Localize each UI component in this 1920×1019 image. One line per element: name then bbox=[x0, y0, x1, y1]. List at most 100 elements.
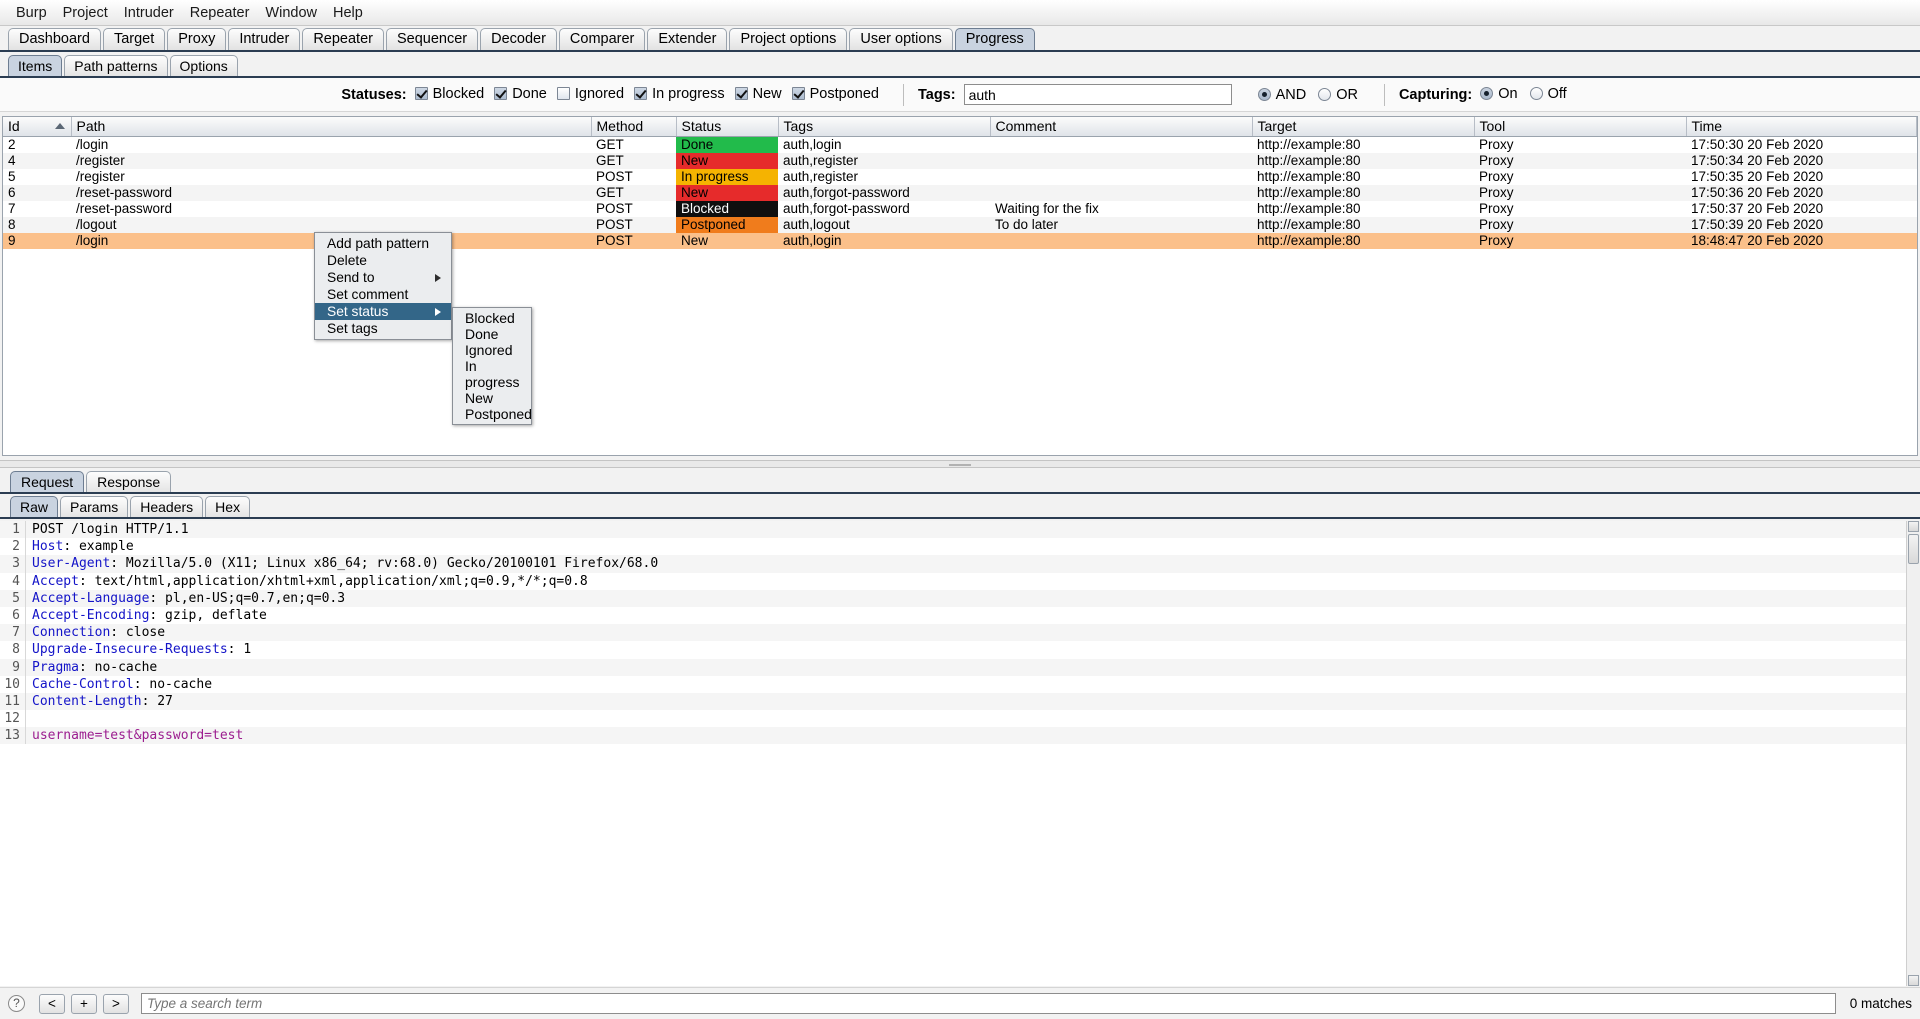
cell-status[interactable]: Postponed bbox=[676, 216, 778, 233]
tab-dashboard[interactable]: Dashboard bbox=[8, 28, 101, 50]
cell-tool[interactable]: Proxy bbox=[1474, 216, 1686, 233]
code-text[interactable]: Host: example bbox=[26, 538, 134, 555]
cell-time[interactable]: 17:50:30 20 Feb 2020 bbox=[1686, 136, 1917, 153]
cell-tags[interactable]: auth,register bbox=[778, 152, 990, 169]
cell-status[interactable]: New bbox=[676, 184, 778, 201]
cell-comment[interactable] bbox=[990, 169, 1252, 185]
column-header-comment[interactable]: Comment bbox=[990, 117, 1253, 137]
tab-user-options[interactable]: User options bbox=[849, 28, 953, 50]
cell-tool[interactable]: Proxy bbox=[1474, 152, 1686, 169]
cell-id[interactable]: 2 bbox=[3, 136, 71, 153]
menu-item-intruder[interactable]: Intruder bbox=[116, 3, 182, 23]
status-filter-done[interactable]: Done bbox=[494, 86, 547, 102]
status-filter-in-progress[interactable]: In progress bbox=[634, 86, 725, 102]
code-text[interactable]: Connection: close bbox=[26, 624, 165, 641]
horizontal-splitter[interactable] bbox=[0, 460, 1920, 468]
message-tab-response[interactable]: Response bbox=[86, 471, 172, 492]
cell-method[interactable]: POST bbox=[591, 169, 676, 185]
cell-method[interactable]: POST bbox=[591, 232, 676, 249]
help-icon[interactable]: ? bbox=[8, 995, 25, 1012]
cell-target[interactable]: http://example:80 bbox=[1252, 216, 1474, 233]
set-status-option-done[interactable]: Done bbox=[453, 326, 531, 342]
checkbox-icon[interactable] bbox=[634, 87, 648, 101]
menu-item-burp[interactable]: Burp bbox=[8, 3, 55, 23]
radio-icon[interactable] bbox=[1257, 88, 1271, 101]
cell-status[interactable]: Done bbox=[676, 136, 778, 153]
scroll-thumb[interactable] bbox=[1908, 534, 1919, 564]
code-text[interactable] bbox=[26, 710, 32, 727]
checkbox-icon[interactable] bbox=[791, 87, 805, 101]
cell-comment[interactable] bbox=[990, 232, 1252, 249]
subtab-options[interactable]: Options bbox=[169, 55, 238, 76]
cell-method[interactable]: POST bbox=[591, 201, 676, 217]
checkbox-icon[interactable] bbox=[556, 87, 570, 101]
status-filter-ignored[interactable]: Ignored bbox=[556, 86, 624, 102]
code-text[interactable]: Accept: text/html,application/xhtml+xml,… bbox=[26, 573, 588, 590]
cell-target[interactable]: http://example:80 bbox=[1252, 152, 1474, 169]
search-input[interactable] bbox=[141, 993, 1836, 1014]
cell-id[interactable]: 5 bbox=[3, 169, 71, 185]
cell-target[interactable]: http://example:80 bbox=[1252, 169, 1474, 185]
column-header-target[interactable]: Target bbox=[1252, 117, 1475, 137]
tab-project-options[interactable]: Project options bbox=[729, 28, 848, 50]
tab-sequencer[interactable]: Sequencer bbox=[385, 28, 479, 50]
radio-icon[interactable] bbox=[1480, 87, 1494, 101]
cell-path[interactable]: /logout bbox=[71, 216, 591, 233]
cell-path[interactable]: /reset-password bbox=[71, 184, 591, 201]
column-header-tags[interactable]: Tags bbox=[778, 117, 991, 137]
scroll-down-arrow[interactable] bbox=[1908, 975, 1919, 986]
table-row[interactable]: 2/login GET Done auth,login http://example:8… bbox=[3, 136, 1917, 153]
context-menu-item-set-comment[interactable]: Set comment bbox=[315, 286, 451, 303]
cell-tool[interactable]: Proxy bbox=[1474, 169, 1686, 185]
checkbox-icon[interactable] bbox=[494, 87, 508, 101]
cell-tags[interactable]: auth,login bbox=[778, 136, 990, 153]
tab-intruder[interactable]: Intruder bbox=[228, 28, 301, 50]
code-text[interactable]: Content-Length: 27 bbox=[26, 693, 173, 710]
code-text[interactable]: User-Agent: Mozilla/5.0 (X11; Linux x86_… bbox=[26, 555, 658, 572]
capturing-off[interactable]: Off bbox=[1529, 86, 1567, 102]
cell-path[interactable]: /register bbox=[71, 152, 591, 169]
capturing-on[interactable]: On bbox=[1480, 86, 1518, 102]
cell-comment[interactable] bbox=[990, 184, 1252, 201]
cell-target[interactable]: http://example:80 bbox=[1252, 201, 1474, 217]
cell-time[interactable]: 17:50:36 20 Feb 2020 bbox=[1686, 184, 1917, 201]
checkbox-icon[interactable] bbox=[734, 87, 748, 101]
menu-item-window[interactable]: Window bbox=[257, 3, 325, 23]
previous-match-button[interactable]: < bbox=[39, 993, 65, 1014]
cell-method[interactable]: GET bbox=[591, 136, 676, 153]
tag-logic-and[interactable]: AND bbox=[1257, 87, 1306, 103]
set-status-option-blocked[interactable]: Blocked bbox=[453, 310, 531, 326]
code-text[interactable]: Cache-Control: no-cache bbox=[26, 676, 212, 693]
radio-icon[interactable] bbox=[1529, 87, 1543, 101]
column-header-status[interactable]: Status bbox=[676, 117, 779, 137]
subtab-path-patterns[interactable]: Path patterns bbox=[64, 55, 168, 76]
cell-status[interactable]: New bbox=[676, 152, 778, 169]
set-status-option-in-progress[interactable]: In progress bbox=[453, 358, 531, 390]
cell-time[interactable]: 17:50:39 20 Feb 2020 bbox=[1686, 216, 1917, 233]
editor-vertical-scrollbar[interactable] bbox=[1906, 521, 1920, 986]
code-text[interactable]: POST /login HTTP/1.1 bbox=[26, 521, 189, 538]
table-row[interactable]: 8/logout POST Postponed auth,logout To do la… bbox=[3, 216, 1917, 233]
cell-id[interactable]: 7 bbox=[3, 201, 71, 217]
tab-repeater[interactable]: Repeater bbox=[302, 28, 384, 50]
view-tab-hex[interactable]: Hex bbox=[205, 496, 251, 517]
tab-extender[interactable]: Extender bbox=[647, 28, 728, 50]
code-text[interactable]: Accept-Language: pl,en-US;q=0.7,en;q=0.3 bbox=[26, 590, 345, 607]
context-menu-item-set-tags[interactable]: Set tags bbox=[315, 320, 451, 337]
cell-method[interactable]: POST bbox=[591, 216, 676, 233]
code-text[interactable]: Upgrade-Insecure-Requests: 1 bbox=[26, 641, 251, 658]
request-editor[interactable]: 1 POST /login HTTP/1.1 2 Host: example 3 User… bbox=[0, 521, 1920, 986]
table-row[interactable]: 9/login POST New auth,login http://example:8… bbox=[3, 232, 1917, 249]
cell-target[interactable]: http://example:80 bbox=[1252, 232, 1474, 249]
context-menu[interactable]: Add path pattern Delete Send to Set comment… bbox=[314, 232, 452, 340]
code-text[interactable]: Pragma: no-cache bbox=[26, 659, 157, 676]
set-status-option-ignored[interactable]: Ignored bbox=[453, 342, 531, 358]
menu-item-help[interactable]: Help bbox=[325, 3, 371, 23]
table-row[interactable]: 6/reset-password GET New auth,forgot-passwo… bbox=[3, 184, 1917, 201]
set-status-submenu[interactable]: Blocked Done Ignored In progress New Postpone… bbox=[452, 307, 532, 425]
cell-comment[interactable] bbox=[990, 136, 1252, 153]
context-menu-item-add-path-pattern[interactable]: Add path pattern bbox=[315, 235, 451, 252]
table-row[interactable]: 7/reset-password POST Blocked auth,forgot-p… bbox=[3, 200, 1917, 217]
cell-id[interactable]: 9 bbox=[3, 232, 71, 249]
column-header-time[interactable]: Time bbox=[1686, 117, 1917, 137]
